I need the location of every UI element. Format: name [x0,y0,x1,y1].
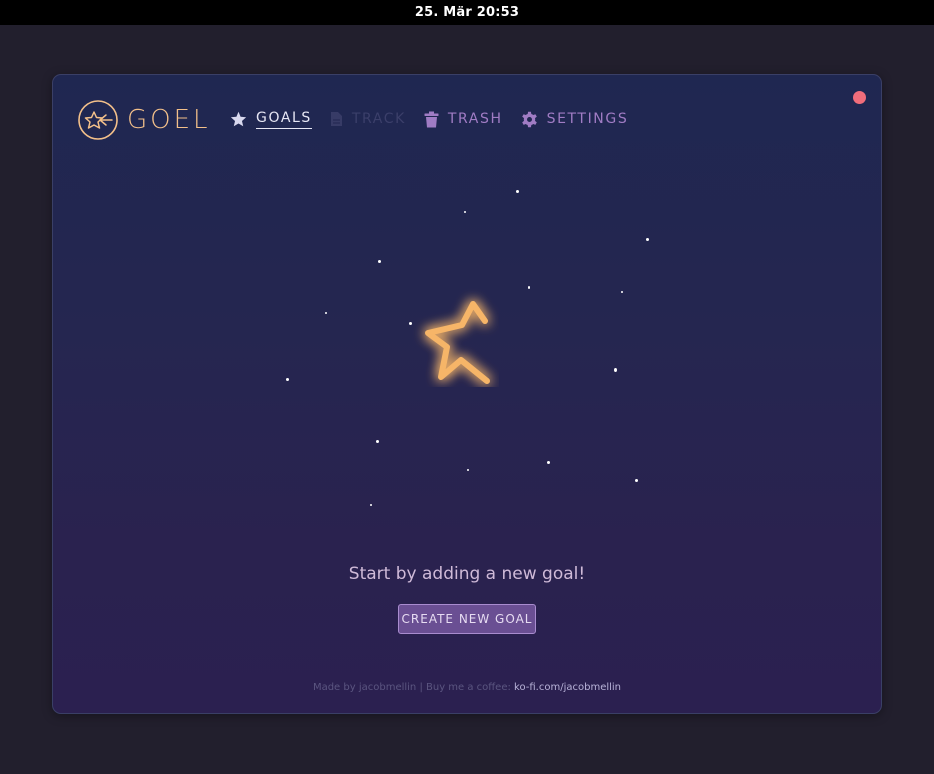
sparkle-dot [370,504,372,506]
empty-state-message: Start by adding a new goal! [348,564,586,584]
glowing-star-icon [425,301,490,384]
sparkle-dot [378,260,381,263]
sparkle-dot [516,190,519,193]
sparkle-dot [621,291,623,293]
create-new-goal-button[interactable]: CREATE NEW GOAL [398,604,536,634]
sparkle-dot [547,461,550,464]
system-clock[interactable]: 25. Mär 20:53 [415,5,519,20]
sparkle-dot [464,211,466,213]
sparkle-dot [467,469,469,471]
sparkle-dot [646,238,649,241]
footer: Made by jacobmellin | Buy me a coffee: k… [53,682,881,693]
sparkle-dot [635,479,638,482]
sparkle-dot [325,312,327,314]
sparkle-dot [614,368,617,372]
sparkle-dot [286,378,289,381]
footer-credit: Made by jacobmellin | Buy me a coffee: [312,682,515,693]
kofi-link[interactable]: ko-fi.com/jacobmellin [514,682,621,693]
sparkle-dot [376,440,379,443]
sparkle-dot [528,286,530,289]
system-top-bar: 25. Mär 20:53 [0,0,934,25]
app-window: GOEL GOALS TRACK TRASH SETTINGS Start by… [52,74,882,714]
